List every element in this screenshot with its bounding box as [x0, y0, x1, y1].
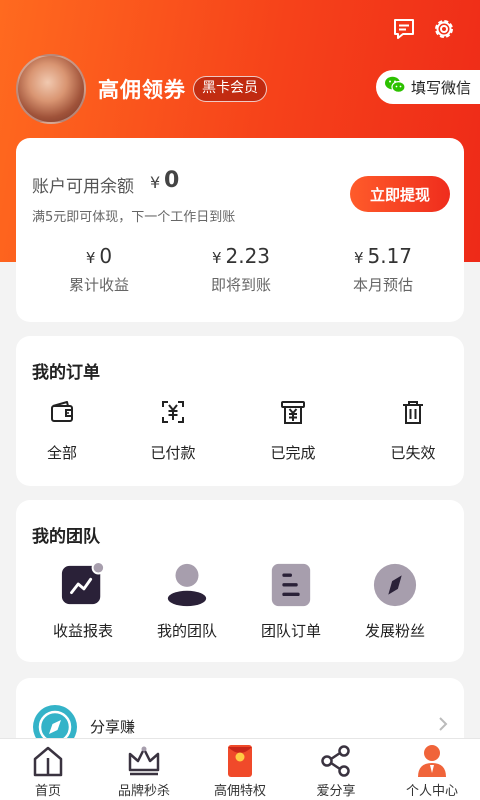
team-earnings-report[interactable]: 收益报表 — [27, 561, 139, 641]
wechat-icon — [384, 75, 406, 99]
receipt-icon — [237, 394, 349, 430]
red-envelope-icon — [192, 743, 288, 779]
chart-icon — [60, 561, 106, 608]
balance-value: 0 — [164, 168, 180, 193]
team-my-team[interactable]: 我的团队 — [131, 562, 243, 641]
nav-love-share[interactable]: 爱分享 — [288, 743, 384, 799]
stat-label: 本月预估 — [352, 276, 413, 294]
stat-total-income[interactable]: ¥0 累计收益 — [24, 244, 174, 295]
gear-icon[interactable] — [429, 14, 459, 44]
stat-value: 5.17 — [367, 244, 413, 268]
person-icon — [164, 562, 210, 608]
compass-icon — [372, 562, 418, 608]
avatar[interactable] — [16, 54, 86, 124]
nav-love-share-label: 爱分享 — [316, 784, 356, 799]
order-invalid[interactable]: 已失效 — [357, 394, 469, 463]
stat-month-estimate[interactable]: ¥5.17 本月预估 — [308, 244, 458, 295]
order-paid[interactable]: 已付款 — [117, 394, 229, 463]
paid-icon — [117, 394, 229, 430]
stat-currency: ¥ — [353, 249, 364, 267]
trash-icon — [357, 394, 469, 430]
nav-high-commission[interactable]: 高佣特权 — [192, 743, 288, 799]
share-icon — [288, 743, 384, 779]
order-completed-label: 已完成 — [270, 444, 316, 462]
wechat-button-label: 填写微信 — [411, 78, 472, 97]
order-completed[interactable]: 已完成 — [237, 394, 349, 463]
nav-home[interactable]: 首页 — [0, 743, 96, 799]
nav-brand-flash-label: 品牌秒杀 — [117, 784, 170, 799]
stat-value: 2.23 — [225, 244, 271, 268]
balance-label: 账户可用余额 — [32, 177, 134, 197]
order-paid-label: 已付款 — [150, 444, 196, 462]
user-name: 高佣领券 — [98, 78, 186, 102]
team-grow-fans[interactable]: 发展粉丝 — [339, 562, 451, 641]
fill-wechat-button[interactable]: 填写微信 — [376, 70, 480, 104]
order-all[interactable]: 全部 — [6, 394, 118, 463]
profile-icon — [384, 743, 480, 779]
order-all-label: 全部 — [46, 444, 77, 462]
stat-pending[interactable]: ¥2.23 即将到账 — [166, 244, 316, 295]
nav-brand-flash[interactable]: 品牌秒杀 — [96, 743, 192, 799]
stat-label: 累计收益 — [68, 276, 129, 294]
balance-hint: 满5元即可体现，下一个工作日到账 — [32, 210, 236, 225]
orders-title: 我的订单 — [32, 363, 100, 383]
nav-high-commission-label: 高佣特权 — [213, 784, 266, 799]
withdraw-button[interactable]: 立即提现 — [350, 176, 450, 212]
team-earnings-report-label: 收益报表 — [52, 622, 113, 640]
balance-currency: ¥ — [150, 173, 161, 192]
crown-icon — [96, 743, 192, 779]
share-earn-label: 分享赚 — [90, 718, 136, 736]
team-grow-fans-label: 发展粉丝 — [364, 622, 425, 640]
team-my-team-label: 我的团队 — [156, 622, 217, 640]
order-invalid-label: 已失效 — [390, 444, 436, 462]
team-orders[interactable]: 团队订单 — [235, 562, 347, 641]
chevron-right-icon — [436, 714, 450, 738]
stat-currency: ¥ — [85, 249, 96, 267]
team-card: 我的团队 收益报表 我的团队 团队订单 发展粉丝 — [16, 500, 464, 662]
bottom-nav: 首页 品牌秒杀 高佣特权 爱分享 个人中心 — [0, 738, 480, 800]
list-icon — [268, 562, 314, 608]
home-icon — [0, 743, 96, 779]
balance-card: 账户可用余额 ¥ 0 满5元即可体现，下一个工作日到账 立即提现 ¥0 累计收益… — [16, 138, 464, 322]
wallet-icon — [6, 394, 118, 430]
stat-value: 0 — [99, 244, 113, 268]
vip-badge: 黑卡会员 — [193, 76, 267, 102]
stat-label: 即将到账 — [210, 276, 271, 294]
team-title: 我的团队 — [32, 527, 100, 547]
message-icon[interactable] — [389, 14, 419, 44]
orders-card: 我的订单 全部 已付款 已完成 已失效 — [16, 336, 464, 486]
team-orders-label: 团队订单 — [260, 622, 321, 640]
stat-currency: ¥ — [211, 249, 222, 267]
nav-profile[interactable]: 个人中心 — [384, 743, 480, 799]
nav-profile-label: 个人中心 — [405, 784, 458, 799]
nav-home-label: 首页 — [34, 784, 61, 799]
